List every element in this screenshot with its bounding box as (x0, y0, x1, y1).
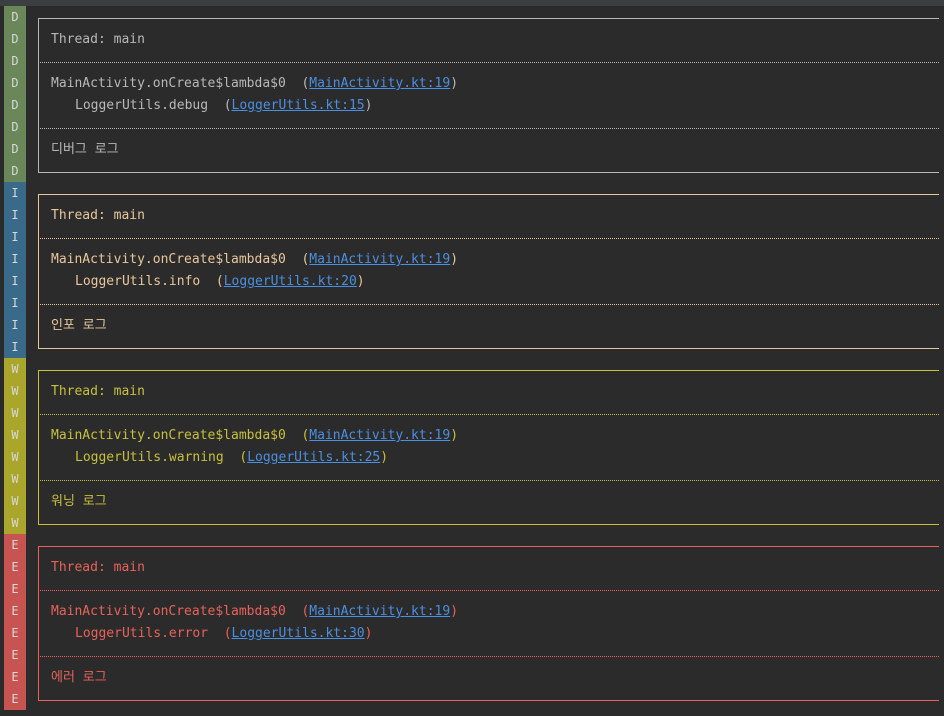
thread-label: Thread: main (51, 384, 145, 399)
method-line: LoggerUtils.info (LoggerUtils.kt:20) (75, 274, 365, 289)
log-block-info: Thread: main MainActivity.onCreate$lambda… (38, 194, 939, 349)
thread-line: Thread: main (51, 29, 145, 51)
log-level-letter: W (4, 490, 26, 512)
method-source-link[interactable]: LoggerUtils.kt:30 (232, 626, 365, 641)
thread-line: Thread: main (51, 205, 145, 227)
box-separator (38, 128, 939, 129)
box-left-border (38, 18, 39, 172)
log-message: 디버그 로그 (51, 142, 119, 157)
log-level-letter: I (4, 336, 26, 358)
log-level-letter: D (4, 116, 26, 138)
box-bottom-border (38, 700, 939, 701)
log-level-letter: I (4, 204, 26, 226)
thread-label: Thread: main (51, 32, 145, 47)
log-block-warning: Thread: main MainActivity.onCreate$lambda… (38, 370, 939, 525)
method-source-link[interactable]: LoggerUtils.kt:25 (247, 450, 380, 465)
log-level-letter: I (4, 270, 26, 292)
log-level-letter: I (4, 226, 26, 248)
method-line: LoggerUtils.debug (LoggerUtils.kt:15) (75, 98, 373, 113)
method-name: LoggerUtils.warning (75, 450, 224, 465)
log-level-letter: D (4, 72, 26, 94)
log-level-letter: W (4, 358, 26, 380)
message-line: 워닝 로그 (51, 491, 107, 513)
caller-source-link[interactable]: MainActivity.kt:19 (309, 428, 450, 443)
message-line: 인포 로그 (51, 315, 107, 337)
log-level-letter: W (4, 424, 26, 446)
caller-source-link[interactable]: MainActivity.kt:19 (309, 76, 450, 91)
log-level-letter: W (4, 380, 26, 402)
log-level-letter: I (4, 248, 26, 270)
caller-line: MainActivity.onCreate$lambda$0 (MainActi… (51, 252, 459, 267)
box-separator (38, 238, 939, 239)
box-bottom-border (38, 348, 939, 349)
log-level-letter: E (4, 534, 26, 556)
method-source-link[interactable]: LoggerUtils.kt:20 (224, 274, 357, 289)
caller-name: MainActivity.onCreate$lambda$0 (51, 252, 286, 267)
thread-line: Thread: main (51, 557, 145, 579)
caller-name: MainActivity.onCreate$lambda$0 (51, 428, 286, 443)
log-level-letter: D (4, 6, 26, 28)
log-level-letter: I (4, 182, 26, 204)
thread-label: Thread: main (51, 560, 145, 575)
caller-name: MainActivity.onCreate$lambda$0 (51, 604, 286, 619)
box-separator (38, 414, 939, 415)
method-line: LoggerUtils.error (LoggerUtils.kt:30) (75, 626, 373, 641)
log-level-letter: D (4, 94, 26, 116)
box-left-border (38, 546, 39, 700)
message-line: 에러 로그 (51, 667, 107, 689)
caller-line: MainActivity.onCreate$lambda$0 (MainActi… (51, 604, 459, 619)
box-separator (38, 590, 939, 591)
box-left-border (38, 370, 39, 524)
log-level-letter: E (4, 644, 26, 666)
top-toolbar-strip (0, 0, 944, 6)
method-name: LoggerUtils.debug (75, 98, 209, 113)
box-separator (38, 62, 939, 63)
log-level-letter: I (4, 314, 26, 336)
log-level-letter: W (4, 468, 26, 490)
log-level-letter: D (4, 28, 26, 50)
box-bottom-border (38, 172, 939, 173)
log-level-gutter: DDDDDDDDIIIIIIIIWWWWWWWWEEEEEEEE (4, 6, 26, 710)
log-level-letter: E (4, 600, 26, 622)
caller-line: MainActivity.onCreate$lambda$0 (MainActi… (51, 76, 459, 91)
log-block-debug: Thread: main MainActivity.onCreate$lambda… (38, 18, 939, 173)
log-level-letter: E (4, 622, 26, 644)
log-message: 워닝 로그 (51, 494, 107, 509)
method-line: LoggerUtils.warning (LoggerUtils.kt:25) (75, 450, 389, 465)
box-top-border (38, 546, 939, 547)
log-message: 에러 로그 (51, 670, 107, 685)
caller-source-link[interactable]: MainActivity.kt:19 (309, 252, 450, 267)
thread-line: Thread: main (51, 381, 145, 403)
caller-source-link[interactable]: MainActivity.kt:19 (309, 604, 450, 619)
log-level-letter: E (4, 578, 26, 600)
box-top-border (38, 194, 939, 195)
log-level-letter: I (4, 292, 26, 314)
log-level-letter: E (4, 688, 26, 710)
message-line: 디버그 로그 (51, 139, 119, 161)
box-bottom-border (38, 524, 939, 525)
box-left-border (38, 194, 39, 348)
log-message: 인포 로그 (51, 318, 107, 333)
log-level-letter: W (4, 402, 26, 424)
box-top-border (38, 18, 939, 19)
method-name: LoggerUtils.info (75, 274, 201, 289)
box-top-border (38, 370, 939, 371)
log-block-error: Thread: main MainActivity.onCreate$lambda… (38, 546, 939, 701)
method-name: LoggerUtils.error (75, 626, 209, 641)
method-source-link[interactable]: LoggerUtils.kt:15 (232, 98, 365, 113)
log-level-letter: D (4, 50, 26, 72)
log-level-letter: E (4, 556, 26, 578)
thread-label: Thread: main (51, 208, 145, 223)
log-level-letter: E (4, 666, 26, 688)
box-separator (38, 304, 939, 305)
log-level-letter: D (4, 160, 26, 182)
caller-line: MainActivity.onCreate$lambda$0 (MainActi… (51, 428, 459, 443)
box-separator (38, 480, 939, 481)
log-level-letter: D (4, 138, 26, 160)
box-separator (38, 656, 939, 657)
log-level-letter: W (4, 512, 26, 534)
caller-name: MainActivity.onCreate$lambda$0 (51, 76, 286, 91)
log-level-letter: W (4, 446, 26, 468)
